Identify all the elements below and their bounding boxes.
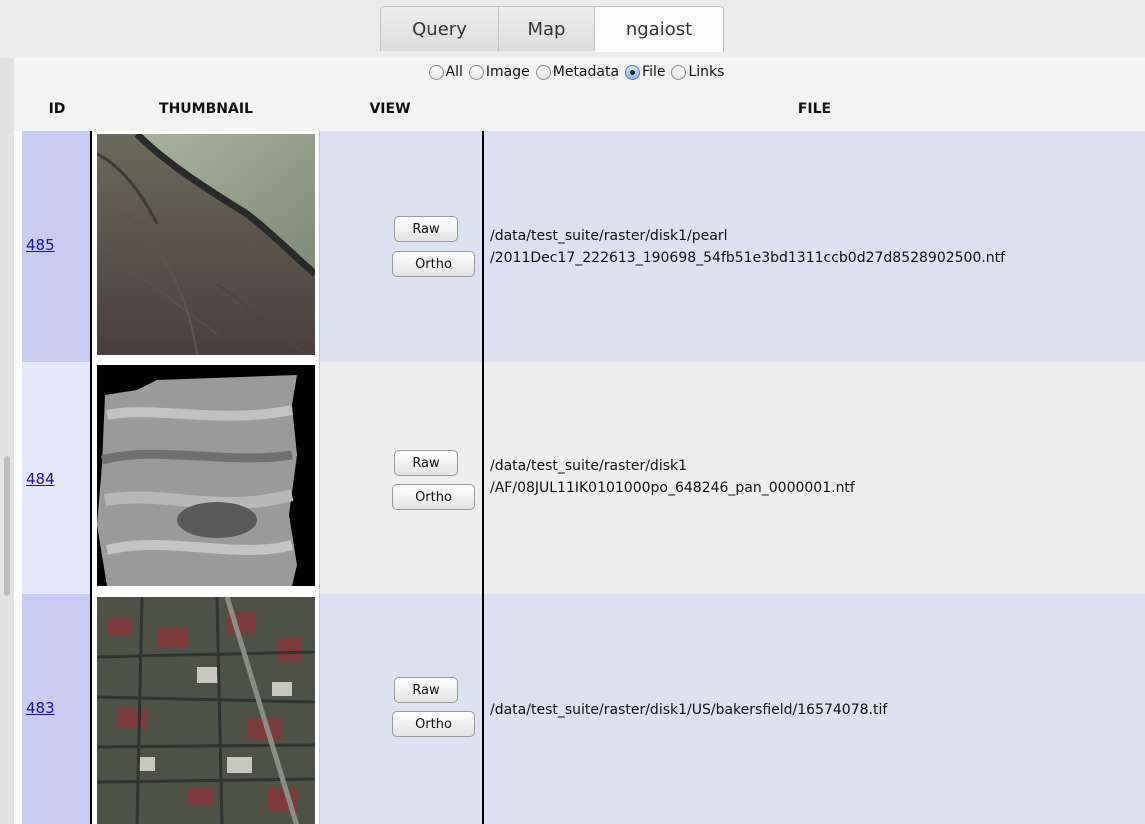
view-cell: Raw Ortho: [320, 362, 484, 594]
raw-button[interactable]: Raw: [394, 677, 458, 703]
id-cell: 483: [14, 594, 92, 824]
table-row: 485 Raw Ortho /data/test_suite/raster/di…: [14, 131, 1145, 362]
scrollbar-thumb[interactable]: [4, 456, 10, 596]
file-path-line2: /2011Dec17_222613_190698_54fb51e3bd1311c…: [490, 250, 1006, 266]
id-cell: 484: [14, 362, 92, 594]
record-id-link[interactable]: 484: [26, 470, 55, 488]
file-cell: /data/test_suite/raster/disk1/pearl /201…: [484, 131, 1145, 362]
tab-bar: Query Map ngaiost: [380, 6, 724, 52]
radio-button-icon[interactable]: [671, 64, 687, 80]
filter-radio-group: All Image Metadata File Links: [14, 64, 1145, 80]
file-cell: /data/test_suite/raster/disk1/US/bakersf…: [484, 594, 1145, 824]
ortho-button[interactable]: Ortho: [392, 251, 475, 277]
record-id-link[interactable]: 485: [26, 236, 55, 254]
file-path-line2: /AF/08JUL11IK0101000po_648246_pan_000000…: [490, 480, 855, 496]
record-id-link[interactable]: 483: [26, 699, 55, 717]
thumbnail-image-forest[interactable]: [97, 134, 315, 355]
raw-button[interactable]: Raw: [394, 216, 458, 242]
radio-all[interactable]: All: [428, 64, 463, 80]
file-path-line1: /data/test_suite/raster/disk1: [490, 458, 688, 474]
tab-query[interactable]: Query: [380, 6, 499, 51]
radio-file[interactable]: File: [625, 64, 665, 80]
column-header-id: ID: [48, 101, 66, 117]
thumbnail-image-panchromatic[interactable]: [97, 365, 315, 586]
top-bar: Query Map ngaiost: [0, 0, 1145, 58]
left-scrollbar[interactable]: [0, 58, 15, 824]
tab-ngaiost[interactable]: ngaiost: [595, 6, 724, 52]
radio-button-icon[interactable]: [428, 64, 444, 80]
ortho-button[interactable]: Ortho: [392, 484, 475, 510]
column-header-file: FILE: [797, 101, 832, 117]
id-cell: 485: [14, 131, 92, 362]
view-cell: Raw Ortho: [320, 131, 484, 362]
radio-label-metadata: Metadata: [552, 64, 620, 80]
radio-label-file: File: [642, 64, 666, 80]
table-row: 483 Raw Ortho /data/test_suite/raster/di…: [14, 594, 1145, 824]
column-header-thumbnail: THUMBNAIL: [159, 101, 253, 117]
column-header-view: VIEW: [369, 101, 411, 117]
radio-links[interactable]: Links: [671, 64, 724, 80]
view-cell: Raw Ortho: [320, 594, 484, 824]
tab-map[interactable]: Map: [499, 6, 595, 51]
thumbnail-cell: [92, 131, 320, 362]
thumbnail-image-urban[interactable]: [97, 597, 315, 824]
file-cell: /data/test_suite/raster/disk1 /AF/08JUL1…: [484, 362, 1145, 594]
radio-metadata[interactable]: Metadata: [535, 64, 620, 80]
results-panel: All Image Metadata File Links ID THUMBNA…: [14, 58, 1145, 824]
ortho-button[interactable]: Ortho: [392, 711, 475, 737]
radio-label-all: All: [445, 64, 463, 80]
thumbnail-cell: [92, 594, 320, 824]
radio-label-links: Links: [688, 64, 725, 80]
table-row: 484 Raw Ortho /data/test_suite/raster/di…: [14, 362, 1145, 594]
file-path: /data/test_suite/raster/disk1/US/bakersf…: [490, 702, 888, 718]
radio-button-icon[interactable]: [535, 64, 551, 80]
raw-button[interactable]: Raw: [394, 450, 458, 476]
radio-button-icon[interactable]: [468, 64, 484, 80]
radio-label-image: Image: [485, 64, 530, 80]
thumbnail-cell: [92, 362, 320, 594]
file-path-line1: /data/test_suite/raster/disk1/pearl: [490, 228, 728, 244]
radio-image[interactable]: Image: [468, 64, 530, 80]
radio-button-checked-icon[interactable]: [625, 64, 641, 80]
